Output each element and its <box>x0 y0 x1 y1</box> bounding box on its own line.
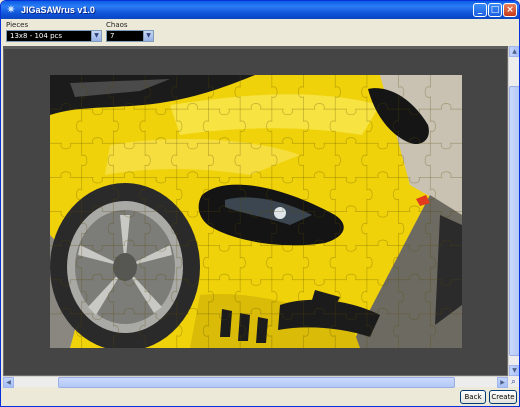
chaos-label: Chaos <box>106 21 128 29</box>
pieces-value: 13x8 - 104 pcs <box>10 32 63 40</box>
car-puzzle-picture <box>50 75 462 348</box>
scroll-down-icon[interactable]: ▼ <box>509 365 519 376</box>
minimize-icon: _ <box>477 5 483 15</box>
scroll-up-icon[interactable]: ▲ <box>509 46 519 57</box>
chaos-select[interactable]: 7 ▼ <box>106 30 154 42</box>
scroll-left-icon[interactable]: ◀ <box>3 377 14 388</box>
pieces-select[interactable]: 13x8 - 104 pcs ▼ <box>6 30 102 42</box>
app-window: ✷ JIGaSAWrus v1.0 _ □ × Pieces 13x8 - 10… <box>0 0 520 407</box>
jigsaw-star-icon: ✷ <box>6 3 16 16</box>
pieces-label: Pieces <box>6 21 29 29</box>
chaos-value: 7 <box>110 32 115 40</box>
window-title: JIGaSAWrus v1.0 <box>21 5 95 15</box>
chevron-down-icon[interactable]: ▼ <box>143 31 153 41</box>
maximize-button[interactable]: □ <box>488 3 502 17</box>
maximize-icon: □ <box>490 5 500 15</box>
canvas-divider <box>3 46 508 49</box>
scroll-right-icon[interactable]: ▶ <box>497 377 508 388</box>
close-icon: × <box>506 5 514 15</box>
minimize-button[interactable]: _ <box>473 3 487 17</box>
magnifier-icon[interactable]: ⌕ <box>509 377 518 386</box>
zoom-corner[interactable]: ⌕ <box>508 376 519 387</box>
close-button[interactable]: × <box>503 3 517 17</box>
title-bar[interactable]: ✷ JIGaSAWrus v1.0 _ □ × <box>1 1 519 19</box>
horizontal-scrollbar[interactable]: ◀ ▶ <box>3 376 508 388</box>
vertical-scroll-thumb[interactable] <box>509 86 519 356</box>
chevron-down-icon[interactable]: ▼ <box>91 31 101 41</box>
create-button[interactable]: Create <box>489 390 517 404</box>
puzzle-image[interactable] <box>50 75 462 348</box>
vertical-scrollbar[interactable]: ▲ ▼ <box>508 46 519 376</box>
back-button[interactable]: Back <box>460 390 486 404</box>
horizontal-scroll-thumb[interactable] <box>58 377 455 388</box>
